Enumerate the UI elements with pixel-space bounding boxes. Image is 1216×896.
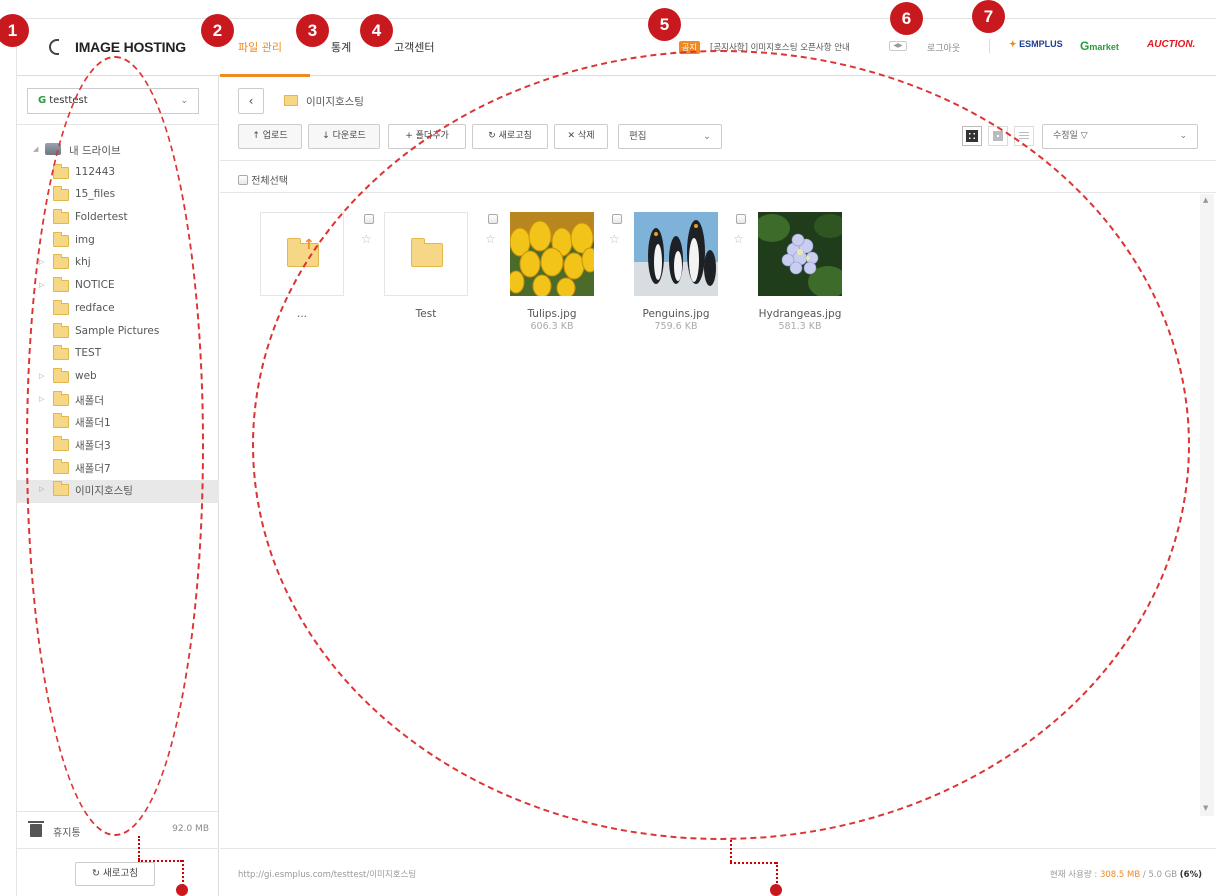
annotation-badge-3: 3	[296, 14, 329, 47]
trash-label: 휴지통	[53, 828, 81, 839]
annotation-badge-5: 5	[648, 8, 681, 41]
chevron-down-icon: ⌄	[180, 96, 188, 106]
annotation-badge-6: 6	[890, 2, 923, 35]
usage-used: 308.5 MB	[1099, 870, 1141, 880]
image-hosting-app: IMAGE HOSTING 파일 관리 통계 고객센터 공지 [공지사항] 이미…	[0, 0, 1216, 896]
leader-line	[138, 860, 182, 862]
tab-file-management[interactable]: 파일 관리	[238, 39, 282, 55]
sort-select[interactable]: 수정일 ▽ ⌄	[1042, 124, 1198, 149]
download-button[interactable]: ↓ 다운로드	[308, 124, 380, 149]
sort-select-value: 수정일 ▽	[1053, 131, 1088, 141]
annotation-badge-4: 4	[360, 14, 393, 47]
chevron-left-icon: ‹	[248, 94, 254, 108]
gmarket-link[interactable]: Gmarket	[1080, 39, 1119, 53]
gmarket-g-icon: G	[38, 95, 47, 106]
scroll-up-arrow-icon[interactable]: ▲	[1203, 196, 1208, 204]
expand-arrow-icon[interactable]: ◢	[33, 145, 38, 153]
list-icon	[1019, 132, 1029, 141]
annotation-badge-2: 2	[201, 14, 234, 47]
chevron-down-icon: ⌄	[1179, 131, 1187, 141]
storage-usage: 현재 사용량 : 308.5 MB / 5.0 GB (6%)	[1050, 868, 1202, 880]
tab-statistics[interactable]: 통계	[331, 39, 351, 55]
gmarket-g: G	[1080, 39, 1090, 53]
app-logo[interactable]: IMAGE HOSTING	[75, 39, 186, 55]
logo-mark-icon	[49, 39, 59, 55]
esmplus-label: ESMPLUS	[1019, 39, 1063, 49]
annotation-badge-7: 7	[972, 0, 1005, 33]
usage-percent: (6%)	[1179, 870, 1202, 880]
trash-icon	[28, 821, 44, 837]
leader-line	[138, 836, 140, 860]
select-all-checkbox[interactable]: 전체선택	[238, 172, 288, 187]
leader-line	[730, 862, 776, 864]
sidebar-refresh-button[interactable]: ↻ 새로고침	[75, 862, 155, 886]
leader-line	[730, 840, 732, 862]
refresh-icon: ↻	[92, 868, 103, 879]
gmarket-label: market	[1089, 42, 1119, 52]
sidebar-divider	[17, 848, 219, 849]
logout-link[interactable]: 로그아웃	[927, 41, 960, 54]
esmplus-bolt-icon: ✦	[1009, 39, 1017, 49]
main-divider	[220, 848, 1216, 849]
breadcrumb: 이미지호스팅	[306, 96, 364, 108]
usage-label: 현재 사용량 :	[1049, 870, 1100, 880]
auction-link[interactable]: AUCTION.	[1147, 39, 1195, 50]
header-divider	[989, 39, 990, 53]
scroll-down-arrow-icon[interactable]: ▼	[1203, 804, 1208, 812]
upload-button[interactable]: ↑ 업로드	[238, 124, 302, 149]
trash-size: 92.0 MB	[172, 824, 209, 834]
notice-nav-arrows-icon[interactable]: ◀▶	[889, 41, 907, 51]
select-all-label: 전체선택	[251, 176, 288, 187]
main-highlight-ellipse	[252, 50, 1190, 840]
folder-icon	[284, 95, 298, 106]
back-button[interactable]: ‹	[238, 88, 264, 114]
tab-customer-center[interactable]: 고객센터	[394, 39, 434, 55]
refresh-label: 새로고침	[103, 868, 138, 879]
annotation-dot	[770, 884, 782, 896]
vertical-scrollbar[interactable]	[1200, 194, 1214, 816]
esmplus-link[interactable]: ✦ ESMPLUS	[1009, 39, 1063, 50]
checkbox[interactable]	[238, 175, 248, 185]
usage-total: / 5.0 GB	[1140, 870, 1180, 880]
current-folder-url: http://gi.esmplus.com/testtest/이미지호스팅	[238, 870, 417, 880]
annotation-dot	[176, 884, 188, 896]
sidebar-highlight-ellipse	[26, 56, 204, 836]
